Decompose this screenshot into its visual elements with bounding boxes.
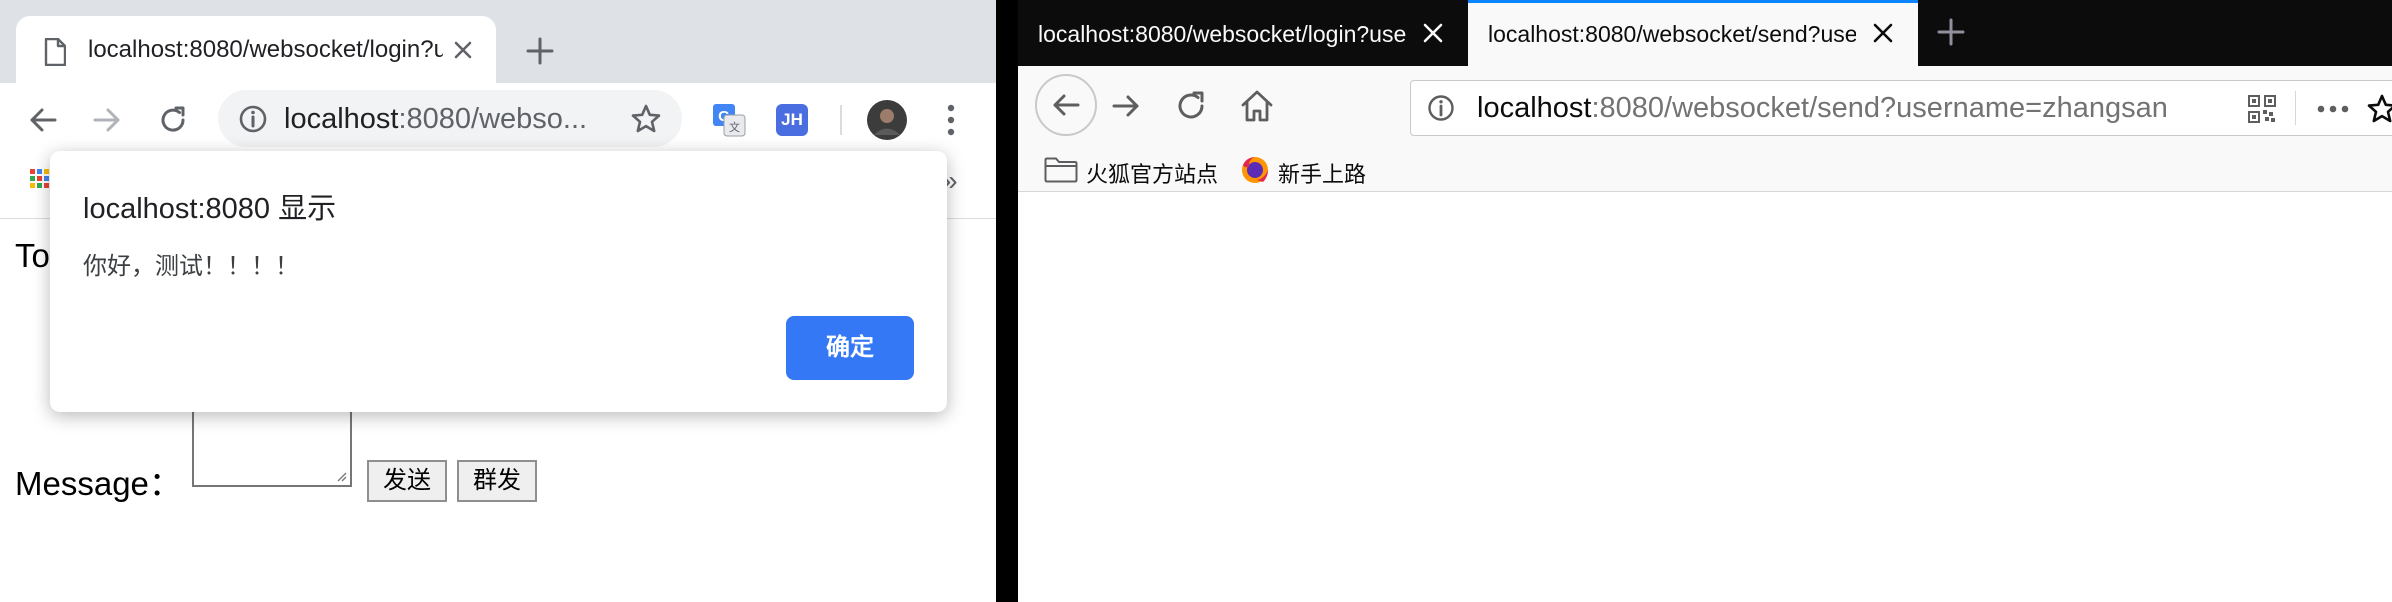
firefox-icon	[1240, 155, 1270, 185]
home-icon[interactable]	[1239, 88, 1275, 124]
folder-icon	[1044, 157, 1078, 183]
info-icon[interactable]	[1427, 94, 1455, 122]
firefox-bookmarks-bar: 火狐官方站点 新手上路	[1018, 148, 2392, 192]
qr-code-icon[interactable]	[2248, 95, 2276, 123]
back-icon[interactable]	[28, 105, 58, 135]
alert-dialog: localhost:8080 显示 你好，测试！！！！ 确定	[50, 151, 947, 412]
firefox-tab-title: localhost:8080/websocket/send?username=z…	[1488, 21, 1856, 47]
jh-extension-icon[interactable]: JH	[776, 104, 808, 136]
document-icon	[44, 38, 66, 66]
firefox-page-content	[1018, 192, 2392, 602]
firefox-tab-active[interactable]: localhost:8080/websocket/send?username=z…	[1468, 0, 1918, 66]
send-button[interactable]: 发送	[367, 460, 447, 502]
firefox-urlbar[interactable]: localhost:8080/websocket/send?username=z…	[1410, 80, 2392, 136]
urlbar-separator	[2295, 91, 2296, 125]
translate-icon[interactable]: G 文	[712, 103, 746, 137]
close-icon[interactable]	[453, 40, 473, 60]
firefox-tab-title: localhost:8080/websocket/login?username=…	[1038, 21, 1406, 47]
chrome-tab-title: localhost:8080/websocket/login?username=…	[88, 36, 443, 63]
url-host: localhost	[1477, 92, 1592, 124]
close-icon[interactable]	[1873, 23, 1893, 43]
url-host: localhost	[284, 103, 399, 135]
bookmark-item[interactable]: 新手上路	[1240, 148, 1390, 192]
reload-icon[interactable]	[157, 104, 189, 136]
message-textarea[interactable]	[192, 405, 352, 487]
message-label: Message：	[15, 465, 182, 502]
menu-icon[interactable]	[947, 104, 955, 136]
forward-icon[interactable]	[1110, 90, 1142, 122]
bookmark-item[interactable]: 火狐官方站点	[1044, 148, 1244, 192]
info-icon[interactable]	[238, 104, 268, 134]
forward-icon[interactable]	[92, 105, 122, 135]
firefox-window: localhost:8080/websocket/login?username=…	[1018, 0, 2392, 602]
chrome-tab-strip: localhost:8080/websocket/login?username=…	[0, 0, 996, 83]
reload-icon[interactable]	[1174, 89, 1208, 123]
chrome-tab-active[interactable]: localhost:8080/websocket/login?username=…	[16, 16, 496, 83]
close-icon[interactable]	[1423, 23, 1443, 43]
toolbar-separator	[840, 105, 842, 135]
firefox-navbar: localhost:8080/websocket/send?username=z…	[1018, 66, 2392, 148]
apps-icon[interactable]	[30, 169, 50, 199]
new-tab-icon[interactable]	[526, 37, 554, 65]
more-icon[interactable]	[2317, 105, 2349, 113]
chrome-window: localhost:8080/websocket/login?username=…	[0, 0, 996, 602]
bookmark-label: 火狐官方站点	[1086, 162, 1219, 187]
avatar[interactable]	[867, 100, 907, 140]
star-icon[interactable]	[2366, 93, 2392, 125]
star-icon[interactable]	[630, 103, 662, 135]
resize-grip-icon[interactable]	[335, 470, 347, 482]
svg-text:文: 文	[729, 120, 740, 134]
omnibox-url[interactable]: localhost:8080/webso...	[284, 102, 587, 136]
chrome-toolbar: localhost:8080/webso... G 文 JH	[0, 83, 996, 157]
chrome-omnibox[interactable]: localhost:8080/webso...	[218, 90, 682, 147]
back-icon[interactable]	[1034, 73, 1098, 137]
urlbar-url[interactable]: localhost:8080/websocket/send?username=z…	[1477, 91, 2168, 125]
new-tab-icon[interactable]	[1937, 18, 1965, 46]
alert-message: 你好，测试！！！！	[83, 253, 299, 280]
bookmark-label: 新手上路	[1278, 162, 1367, 187]
broadcast-button[interactable]: 群发	[457, 460, 537, 502]
url-rest: :8080/websocket/send?username=zhangsan	[1591, 92, 2168, 124]
firefox-tab-inactive[interactable]: localhost:8080/websocket/login?username=…	[1018, 0, 1468, 66]
alert-title: localhost:8080 显示	[83, 193, 337, 225]
window-divider	[996, 0, 1018, 602]
firefox-tab-strip: localhost:8080/websocket/login?username=…	[1018, 0, 2392, 66]
to-label: To	[15, 237, 50, 274]
active-tab-indicator	[1468, 0, 1918, 3]
url-rest: :8080/webso...	[398, 103, 588, 135]
alert-ok-button[interactable]: 确定	[786, 316, 914, 380]
